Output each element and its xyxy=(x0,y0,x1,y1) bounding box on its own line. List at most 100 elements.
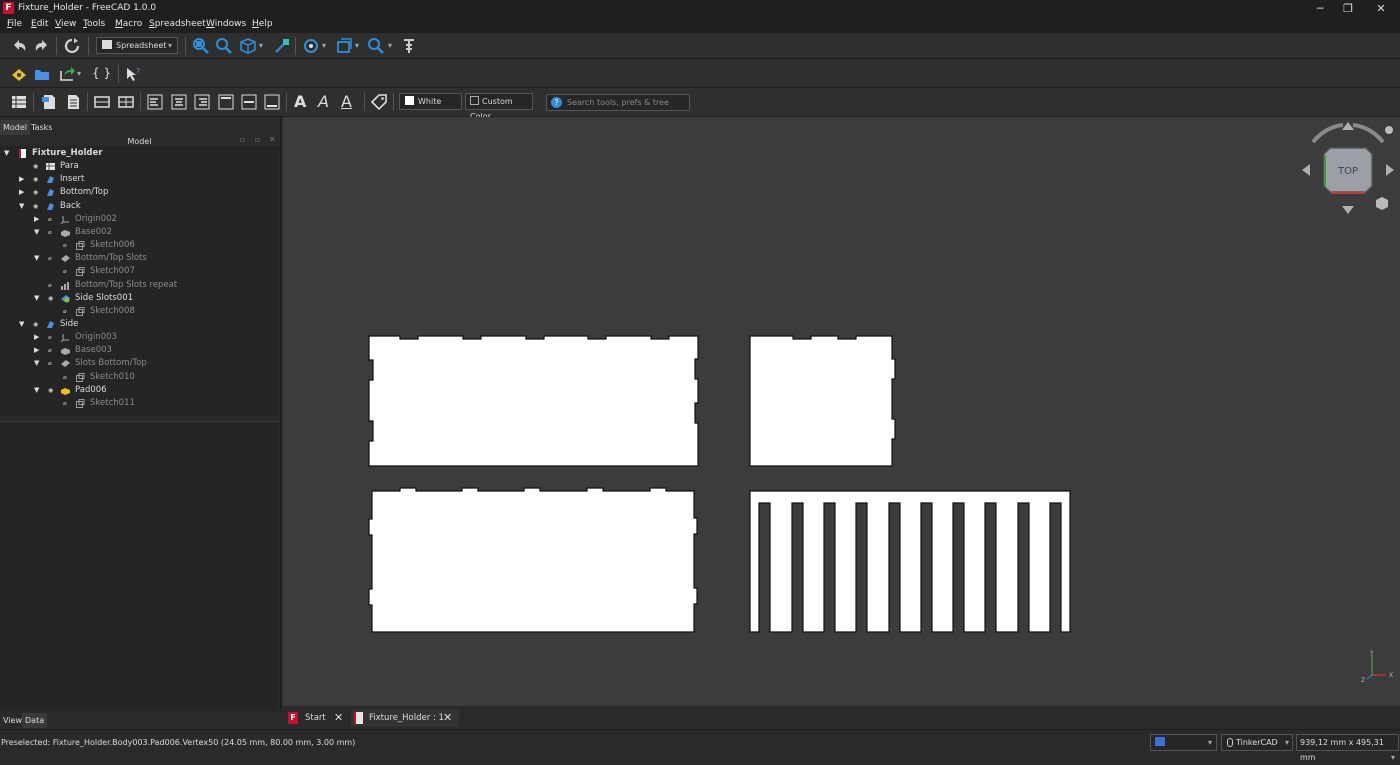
tree-item[interactable]: ▼ ◉ Side Slots001 xyxy=(0,292,279,305)
refresh-icon[interactable] xyxy=(63,37,81,55)
close-tab-icon[interactable]: ✕ xyxy=(334,709,343,727)
tree-item[interactable]: ▶ ◉ Bottom/Top xyxy=(0,186,279,199)
tree-item[interactable]: ▼ ⌀ Bottom/Top Slots xyxy=(0,252,279,265)
close-window-button[interactable]: ✕ xyxy=(1366,0,1396,17)
tree-item[interactable]: ▶ ⌀ Base003 xyxy=(0,344,279,357)
align-left-icon[interactable] xyxy=(146,93,164,111)
chevron-down-icon[interactable]: ▾ xyxy=(388,41,392,50)
import-csv-icon[interactable] xyxy=(40,93,58,111)
model-tree[interactable]: ▼ Fixture_Holder ◉ Para ▶ ◉ Insert ▶ ◉ Bottom/Top… xyxy=(0,146,279,416)
view-dimensions[interactable]: 939,12 mm x 495,31 mm ▾ xyxy=(1296,734,1399,762)
expand-arrow-icon[interactable]: ▶ xyxy=(34,331,39,344)
tree-item[interactable]: ▶ ◉ Insert xyxy=(0,173,279,186)
menu-view[interactable]: View xyxy=(55,19,76,29)
visibility-eye-icon[interactable]: ◉ xyxy=(33,200,38,213)
align-right-icon[interactable] xyxy=(193,93,211,111)
tab-tasks[interactable]: Tasks xyxy=(28,120,55,135)
underline-text-icon[interactable]: A xyxy=(341,92,352,111)
property-view[interactable] xyxy=(0,421,279,711)
search-input[interactable]: ? Search tools, prefs & tree xyxy=(546,94,690,111)
chevron-down-icon[interactable]: ▾ xyxy=(322,41,326,50)
zoom-icon[interactable] xyxy=(367,37,385,55)
merge-cells-icon[interactable] xyxy=(93,93,111,111)
std-view-icon[interactable] xyxy=(335,37,353,55)
navigation-style-selector[interactable]: TinkerCAD ▾ xyxy=(1221,734,1293,751)
draw-style-selector[interactable]: ▾ xyxy=(1150,734,1217,751)
minimize-button[interactable]: ─ xyxy=(1305,0,1335,17)
align-center-icon[interactable] xyxy=(170,93,188,111)
hidden-eye-icon[interactable]: ⌀ xyxy=(48,279,52,292)
whats-this-icon[interactable]: ? xyxy=(124,65,142,83)
hidden-eye-icon[interactable]: ⌀ xyxy=(48,357,52,370)
navigation-cube[interactable]: TOP xyxy=(1298,120,1398,220)
part-drawing[interactable] xyxy=(283,117,1400,706)
collapse-arrow-icon[interactable]: ▼ xyxy=(34,226,39,239)
tree-item[interactable]: ⌀ Sketch011 xyxy=(0,397,279,410)
collapse-arrow-icon[interactable]: ▼ xyxy=(34,384,39,397)
hidden-eye-icon[interactable]: ⌀ xyxy=(48,344,52,357)
export-csv-icon[interactable] xyxy=(64,93,82,111)
visibility-eye-icon[interactable]: ◉ xyxy=(33,318,38,331)
menu-help[interactable]: Help xyxy=(252,19,273,29)
bold-text-icon[interactable]: A xyxy=(294,92,306,111)
3d-viewport[interactable]: TOP Y X Z xyxy=(283,117,1400,706)
redo-icon[interactable] xyxy=(33,37,51,55)
custom-color-button[interactable]: Custom Color xyxy=(465,93,533,121)
alias-tag-icon[interactable] xyxy=(370,93,388,111)
tree-item[interactable]: ▼ ◉ Side xyxy=(0,318,279,331)
hidden-eye-icon[interactable]: ⌀ xyxy=(63,239,67,252)
menu-tools[interactable]: Tools xyxy=(83,19,105,29)
menu-edit[interactable]: Edit xyxy=(31,19,48,29)
collapse-arrow-icon[interactable]: ▼ xyxy=(19,200,24,213)
visibility-eye-icon[interactable]: ◉ xyxy=(48,292,53,305)
collapse-arrow-icon[interactable]: ▼ xyxy=(34,252,39,265)
tree-item[interactable]: ◉ Para xyxy=(0,160,279,173)
menu-file[interactable]: File xyxy=(7,19,22,29)
chevron-down-icon[interactable]: ▾ xyxy=(259,41,263,50)
chevron-down-icon[interactable]: ▾ xyxy=(77,69,81,78)
expand-arrow-icon[interactable]: ▶ xyxy=(19,173,24,186)
align-bottom-icon[interactable] xyxy=(263,93,281,111)
float-panel-icon[interactable]: ▫ xyxy=(240,135,245,144)
tab-model[interactable]: Model xyxy=(0,120,31,135)
white-color-button[interactable]: White xyxy=(399,93,462,110)
hidden-eye-icon[interactable]: ⌀ xyxy=(48,226,52,239)
hidden-eye-icon[interactable]: ⌀ xyxy=(63,397,67,410)
measure-icon[interactable] xyxy=(273,37,291,55)
braces-icon[interactable]: { } xyxy=(92,66,111,80)
menu-macro[interactable]: Macro xyxy=(115,19,142,29)
hidden-eye-icon[interactable]: ⌀ xyxy=(48,252,52,265)
tree-item[interactable]: ⌀ Sketch010 xyxy=(0,371,279,384)
hidden-eye-icon[interactable]: ⌀ xyxy=(48,213,52,226)
visibility-eye-icon[interactable]: ◉ xyxy=(48,384,53,397)
hidden-eye-icon[interactable]: ⌀ xyxy=(63,371,67,384)
undock-panel-icon[interactable]: ▫ xyxy=(255,135,260,144)
tree-item[interactable]: ⌀ Sketch007 xyxy=(0,265,279,278)
expand-arrow-icon[interactable]: ▶ xyxy=(19,186,24,199)
hidden-eye-icon[interactable]: ⌀ xyxy=(48,331,52,344)
split-cells-icon[interactable] xyxy=(117,93,135,111)
hidden-eye-icon[interactable]: ⌀ xyxy=(63,305,67,318)
tree-item[interactable]: ⌀ Sketch008 xyxy=(0,305,279,318)
spreadsheet-table-icon[interactable] xyxy=(10,93,28,111)
tree-item[interactable]: ⌀ Sketch006 xyxy=(0,239,279,252)
tree-item[interactable]: ▼ ◉ Pad006 xyxy=(0,384,279,397)
chevron-down-icon[interactable]: ▾ xyxy=(355,41,359,50)
tab-document[interactable]: Fixture_Holder : 1 ✕ xyxy=(351,709,459,727)
italic-text-icon[interactable]: A xyxy=(318,92,329,111)
open-folder-icon[interactable] xyxy=(33,65,51,83)
undo-icon[interactable] xyxy=(10,37,28,55)
align-vcenter-icon[interactable] xyxy=(240,93,258,111)
visibility-eye-icon[interactable]: ◉ xyxy=(33,173,38,186)
close-panel-icon[interactable]: ✕ xyxy=(269,135,276,144)
export-icon[interactable] xyxy=(58,65,76,83)
menu-windows[interactable]: Windows xyxy=(206,19,246,29)
tree-item[interactable]: ▶ ⌀ Origin002 xyxy=(0,213,279,226)
close-tab-icon[interactable]: ✕ xyxy=(443,709,452,727)
tree-item[interactable]: ▼ ◉ Back xyxy=(0,200,279,213)
tape-measure-icon[interactable] xyxy=(400,37,418,55)
expand-arrow-icon[interactable]: ▶ xyxy=(34,344,39,357)
collapse-arrow-icon[interactable]: ▼ xyxy=(34,357,39,370)
collapse-arrow-icon[interactable]: ▼ xyxy=(4,147,9,160)
tab-start[interactable]: F Start ✕ xyxy=(287,709,349,727)
